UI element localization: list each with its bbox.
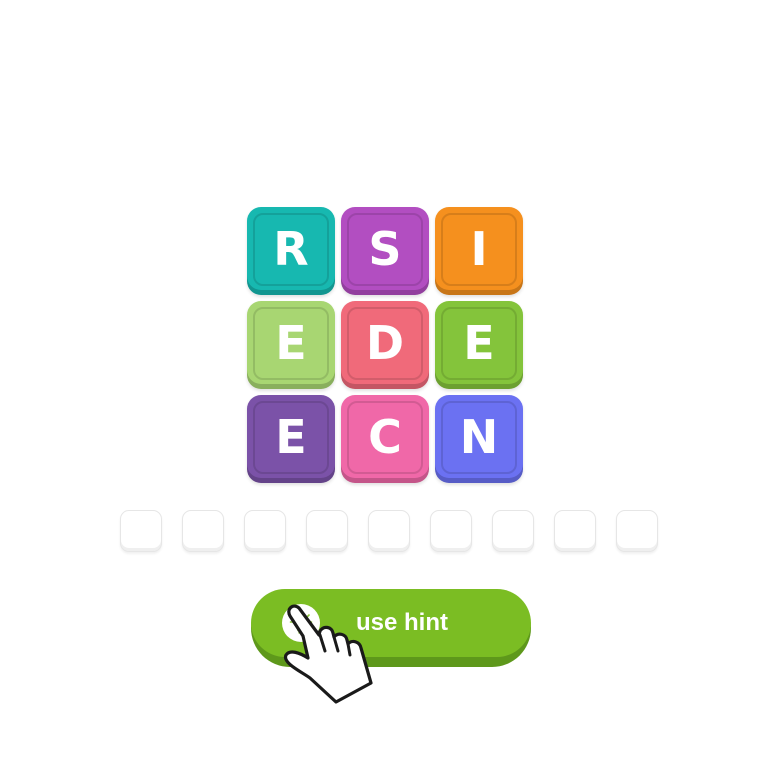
use-hint-button[interactable]: use hint [251,589,531,667]
lightbulb-icon [282,604,320,642]
tile-letter: E [275,410,307,464]
answer-slot[interactable] [492,510,534,552]
tile-letter: E [275,316,307,370]
letter-tile[interactable]: R [247,207,335,295]
letter-tile[interactable]: S [341,207,429,295]
hint-button-face: use hint [251,589,531,657]
answer-slots [120,510,658,552]
tile-letter: E [463,316,495,370]
tile-letter: N [459,410,499,464]
letter-tile[interactable]: E [435,301,523,389]
letter-tile[interactable]: E [247,301,335,389]
answer-slot[interactable] [244,510,286,552]
tile-letter: S [368,222,402,276]
hint-button-label: use hint [356,609,449,636]
tile-letter: R [273,222,309,276]
answer-slot[interactable] [368,510,410,552]
letter-tile[interactable]: C [341,395,429,483]
tile-letter: D [365,316,405,370]
letter-grid: R S I E D E E C N [247,207,523,483]
tile-letter: C [368,410,402,464]
letter-tile[interactable]: N [435,395,523,483]
answer-slot[interactable] [306,510,348,552]
letter-tile[interactable]: I [435,207,523,295]
letter-tile[interactable]: E [247,395,335,483]
answer-slot[interactable] [554,510,596,552]
letter-tile[interactable]: D [341,301,429,389]
tile-letter: I [470,222,488,276]
answer-slot[interactable] [182,510,224,552]
answer-slot[interactable] [120,510,162,552]
answer-slot[interactable] [430,510,472,552]
answer-slot[interactable] [616,510,658,552]
